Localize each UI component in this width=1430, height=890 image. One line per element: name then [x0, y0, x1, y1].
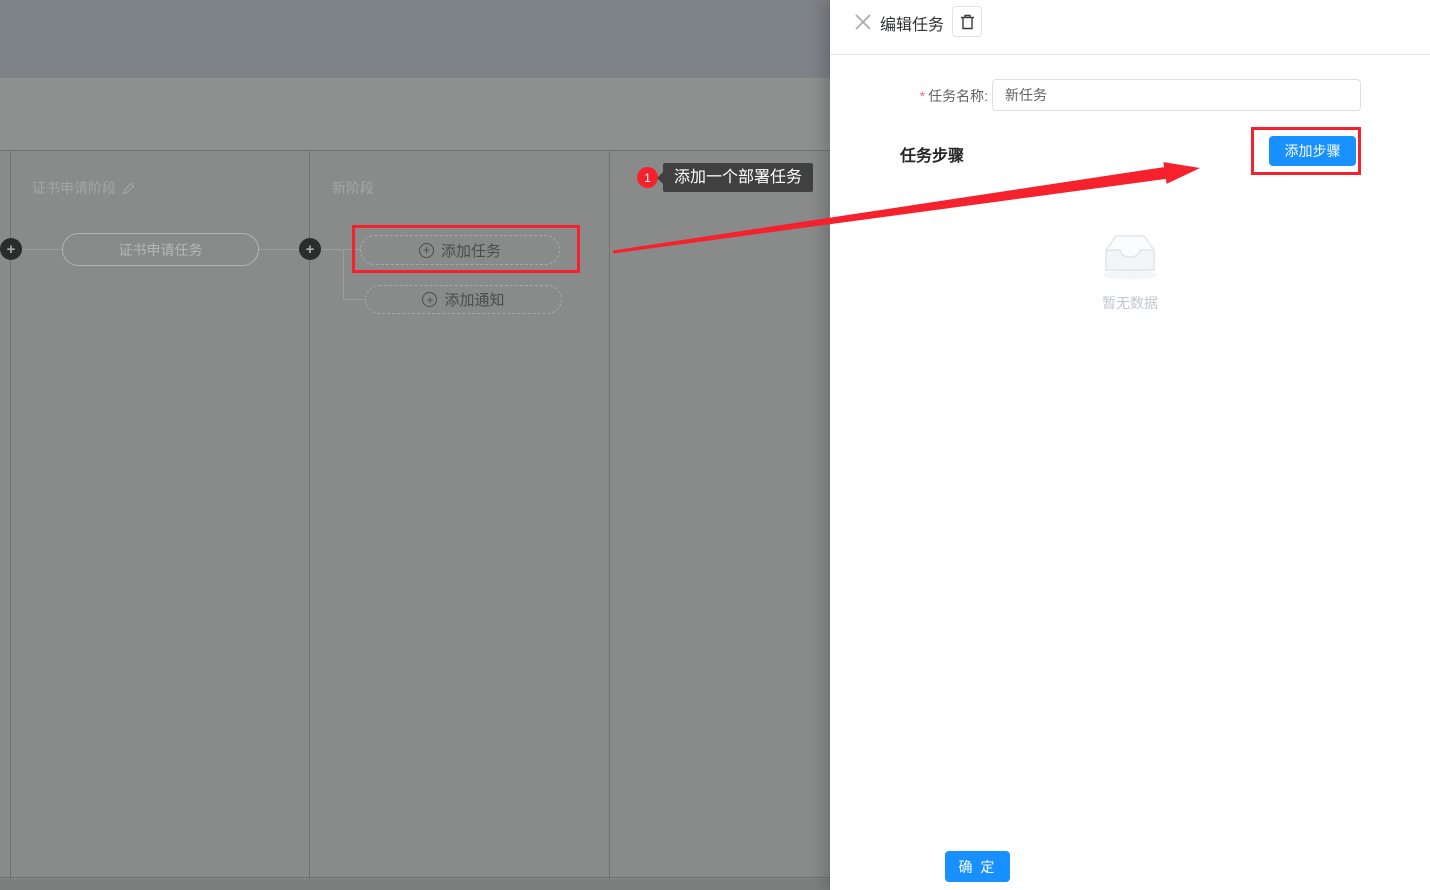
connector-line — [22, 249, 62, 250]
drawer-header: 编辑任务 — [830, 0, 1430, 55]
task-name-input[interactable] — [992, 79, 1361, 111]
stage2-title: 新阶段 — [332, 178, 374, 198]
toolbar-dimmed — [0, 78, 830, 150]
app-root: 证书申请阶段 新阶段 + + 证书申请任务 + 添加任务 + 添加通知 编 — [0, 0, 1430, 890]
stage-column-3 — [610, 150, 830, 879]
connector-line — [343, 249, 344, 300]
stage2-title-row: 新阶段 — [332, 178, 374, 198]
steps-section-label: 任务步骤 — [900, 142, 964, 166]
plus-icon: + — [306, 242, 315, 257]
pipeline-editor-dimmed — [0, 0, 830, 890]
delete-task-button[interactable] — [952, 6, 982, 37]
plus-icon: + — [7, 242, 16, 257]
top-navbar-dimmed — [0, 0, 830, 78]
trash-icon — [960, 14, 975, 30]
tutorial-tooltip: 添加一个部署任务 — [663, 163, 813, 192]
add-notice-label: 添加通知 — [444, 289, 504, 310]
task-name-row: *任务名称: — [830, 79, 1430, 111]
add-stage-before-button[interactable]: + — [0, 238, 22, 260]
highlight-rect-add-task — [352, 225, 580, 273]
task-pill-label: 证书申请任务 — [119, 240, 203, 260]
highlight-rect-add-step — [1251, 127, 1361, 175]
confirm-button[interactable]: 确 定 — [945, 851, 1010, 882]
task-pill-certificate[interactable]: 证书申请任务 — [62, 233, 259, 266]
edit-icon[interactable] — [122, 182, 135, 195]
empty-state: 暂无数据 — [830, 228, 1430, 313]
connector-line — [259, 249, 300, 250]
circled-plus-icon: + — [422, 292, 437, 307]
connector-line — [343, 299, 366, 300]
add-stage-after-button[interactable]: + — [299, 238, 321, 260]
drawer-title: 编辑任务 — [880, 11, 944, 35]
add-notice-button[interactable]: + 添加通知 — [365, 285, 562, 314]
close-icon[interactable] — [854, 13, 872, 31]
page-footer-strip — [0, 879, 830, 890]
task-name-label: *任务名称: — [920, 86, 988, 106]
empty-box-icon — [1100, 228, 1160, 280]
stage1-title-row: 证书申请阶段 — [32, 178, 135, 198]
required-mark: * — [920, 88, 925, 104]
stage1-title: 证书申请阶段 — [32, 178, 116, 198]
empty-state-text: 暂无数据 — [830, 293, 1430, 313]
step-badge: 1 — [637, 167, 658, 188]
